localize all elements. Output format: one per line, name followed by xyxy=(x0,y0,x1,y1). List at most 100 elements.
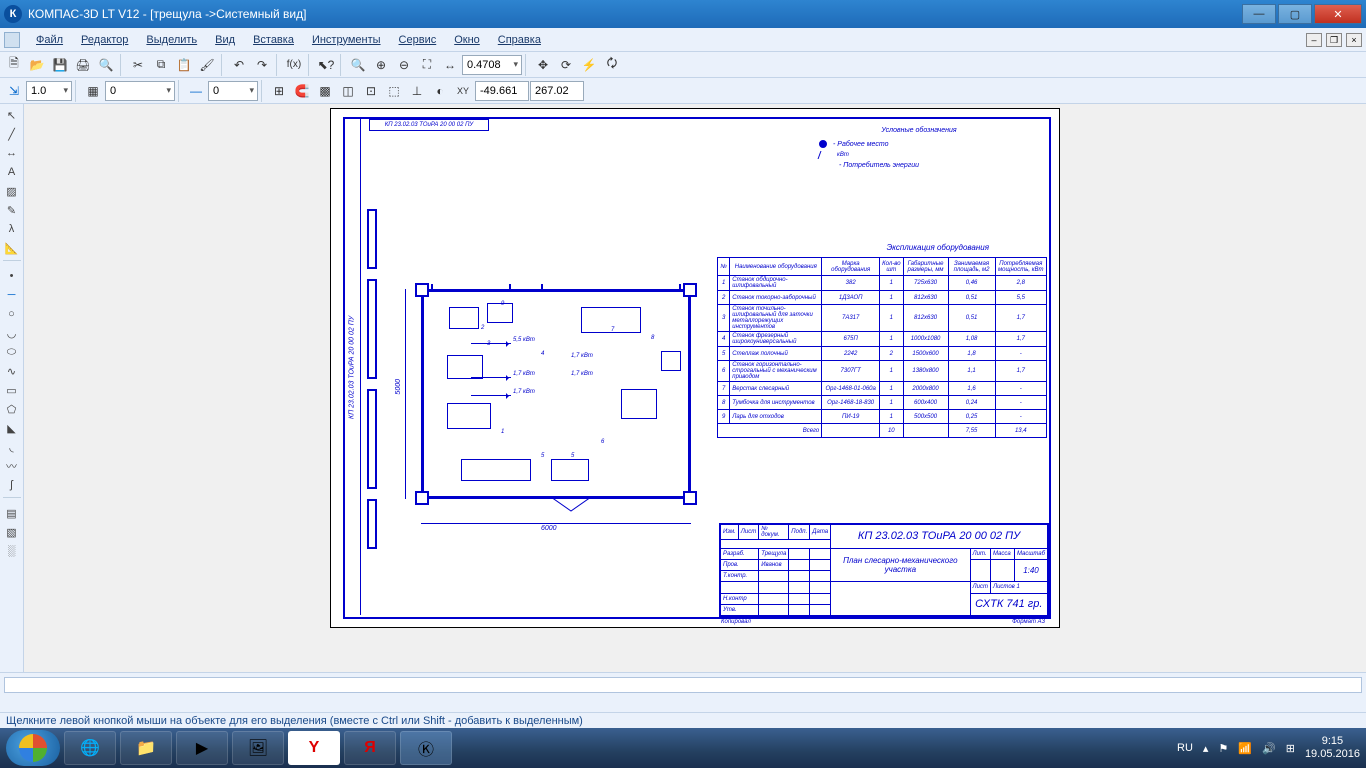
taskbar-ie-icon[interactable]: 🌐 xyxy=(64,731,116,765)
dim-tool-icon[interactable]: ↔ xyxy=(2,144,22,162)
taskbar-app1-icon[interactable]: 🖼 xyxy=(232,731,284,765)
fillet-icon[interactable]: ◟ xyxy=(2,438,22,456)
menu-tools[interactable]: Инструменты xyxy=(304,31,389,49)
hatch4-icon[interactable]: ░ xyxy=(2,542,22,560)
mdi-restore[interactable]: ❐ xyxy=(1326,33,1342,47)
status-hint: Щелкните левой кнопкой мыши на объекте д… xyxy=(6,715,583,727)
edit-tool-icon[interactable]: ✎ xyxy=(2,201,22,219)
chamfer-icon[interactable]: ◣ xyxy=(2,419,22,437)
open-icon[interactable]: 📂 xyxy=(26,54,48,76)
ortho-icon[interactable]: ⊞ xyxy=(268,80,290,102)
bezier-icon[interactable]: ʃ xyxy=(2,476,22,494)
tray-action-icon[interactable]: ⊞ xyxy=(1286,742,1295,755)
legend-block: Условные обозначения - Рабочее место кВт… xyxy=(819,127,1019,172)
layer-icon[interactable]: ▦ xyxy=(82,80,104,102)
taskbar-media-icon[interactable]: ▶ xyxy=(176,731,228,765)
zoom-window-icon[interactable]: 🔍 xyxy=(347,54,369,76)
close-button[interactable]: ✕ xyxy=(1314,4,1362,24)
rect-icon[interactable]: ▭ xyxy=(2,381,22,399)
menu-file[interactable]: Файл xyxy=(28,31,71,49)
param-tool-icon[interactable]: λ xyxy=(2,220,22,238)
drawing-canvas[interactable]: КП 23.02.03 ТОиРА 20 00 02 ПУ КП 23.02.0… xyxy=(24,104,1366,672)
mdi-close[interactable]: × xyxy=(1346,33,1362,47)
hatch3-icon[interactable]: ▧ xyxy=(2,523,22,541)
minimize-button[interactable]: — xyxy=(1242,4,1276,24)
point-icon[interactable]: • xyxy=(2,267,22,285)
save-icon[interactable]: 💾 xyxy=(49,54,71,76)
circle-icon[interactable]: ○ xyxy=(2,305,22,323)
tray-lang[interactable]: RU xyxy=(1177,742,1193,754)
tray-chevron-up-icon[interactable]: ▴ xyxy=(1203,742,1209,755)
menu-help[interactable]: Справка xyxy=(490,31,549,49)
zoom-out-icon[interactable]: ⊖ xyxy=(393,54,415,76)
xy-icon[interactable]: XY xyxy=(452,80,474,102)
hatch-tool-icon[interactable]: ▨ xyxy=(2,182,22,200)
snap3-icon[interactable]: ⊡ xyxy=(360,80,382,102)
text-tool-icon[interactable]: A xyxy=(2,163,22,181)
coord-y-field[interactable]: 267.02 xyxy=(530,81,584,101)
tray-clock[interactable]: 9:15 19.05.2016 xyxy=(1305,735,1360,761)
rotate-view-icon[interactable]: ⟳ xyxy=(555,54,577,76)
preview-icon[interactable]: 🔍 xyxy=(95,54,117,76)
maximize-button[interactable]: ▢ xyxy=(1278,4,1312,24)
tangent-icon[interactable]: ◐ xyxy=(429,80,451,102)
taskbar-kompas-icon[interactable]: Ⓚ xyxy=(400,731,452,765)
snap2-icon[interactable]: ◫ xyxy=(337,80,359,102)
undo-icon[interactable]: ↶ xyxy=(228,54,250,76)
perp-icon[interactable]: ⊥ xyxy=(406,80,428,102)
zoom-in-icon[interactable]: ⊕ xyxy=(370,54,392,76)
spline-icon[interactable]: ∿ xyxy=(2,362,22,380)
ellipse-icon[interactable]: ⬭ xyxy=(2,343,22,361)
copy-icon[interactable]: ⧉ xyxy=(150,54,172,76)
segment-icon[interactable]: ─ xyxy=(2,286,22,304)
tray-volume-icon[interactable]: 🔊 xyxy=(1262,742,1276,755)
taskbar-yandex-icon[interactable]: Y xyxy=(288,731,340,765)
zoom-combo[interactable]: 0.4708 xyxy=(462,55,522,75)
print-icon[interactable]: 🖨 xyxy=(72,54,94,76)
taskbar-ya2-icon[interactable]: Я xyxy=(344,731,396,765)
zoom-pan-icon[interactable]: ↔ xyxy=(439,54,461,76)
menu-window[interactable]: Окно xyxy=(446,31,488,49)
layer-combo[interactable]: 0 xyxy=(105,81,175,101)
style-icon[interactable]: — xyxy=(185,80,207,102)
pan-icon[interactable]: ✥ xyxy=(532,54,554,76)
menu-edit[interactable]: Редактор xyxy=(73,31,136,49)
hatch2-icon[interactable]: ▤ xyxy=(2,504,22,522)
grid-icon[interactable]: ▩ xyxy=(314,80,336,102)
tray-flag-icon[interactable]: ⚑ xyxy=(1218,742,1228,755)
menu-insert[interactable]: Вставка xyxy=(245,31,302,49)
arc-icon[interactable]: ◡ xyxy=(2,324,22,342)
redo-icon[interactable]: ↷ xyxy=(251,54,273,76)
start-button[interactable] xyxy=(6,730,60,766)
command-input[interactable] xyxy=(4,677,1362,693)
tray-network-icon[interactable]: 📶 xyxy=(1238,742,1252,755)
new-icon[interactable]: 🗎 xyxy=(3,54,25,76)
measure-tool-icon[interactable]: 📐 xyxy=(2,239,22,257)
coord-x-field[interactable]: -49.661 xyxy=(475,81,529,101)
spline2-icon[interactable]: 〰 xyxy=(2,457,22,475)
fx-icon[interactable]: f(x) xyxy=(283,54,305,76)
taskbar-explorer-icon[interactable]: 📁 xyxy=(120,731,172,765)
menu-select[interactable]: Выделить xyxy=(138,31,205,49)
zoom-fit-icon[interactable]: ⛶ xyxy=(416,54,438,76)
snap-magnet-icon[interactable]: 🧲 xyxy=(291,80,313,102)
polygon-icon[interactable]: ⬠ xyxy=(2,400,22,418)
snap4-icon[interactable]: ⬚ xyxy=(383,80,405,102)
snap-icon[interactable]: ⇲ xyxy=(3,80,25,102)
linewidth-combo[interactable]: 1.0 xyxy=(26,81,72,101)
mdi-minimize[interactable]: – xyxy=(1306,33,1322,47)
power-symbol-icon xyxy=(818,151,833,159)
menu-view[interactable]: Вид xyxy=(207,31,243,49)
system-menu-icon[interactable] xyxy=(4,32,20,48)
menu-service[interactable]: Сервис xyxy=(391,31,445,49)
arrow-tool-icon[interactable]: ↖ xyxy=(2,106,22,124)
line-tool-icon[interactable]: ╱ xyxy=(2,125,22,143)
paste-icon[interactable]: 📋 xyxy=(173,54,195,76)
select-arrow-icon[interactable]: ⬉? xyxy=(315,54,337,76)
refresh-icon[interactable]: 🗘 xyxy=(601,54,623,76)
format-painter-icon[interactable]: 🖌 xyxy=(196,54,218,76)
angle-combo[interactable]: 0 xyxy=(208,81,258,101)
cut-icon[interactable]: ✂ xyxy=(127,54,149,76)
system-tray: RU ▴ ⚑ 📶 🔊 ⊞ 9:15 19.05.2016 xyxy=(1177,735,1360,761)
redraw-icon[interactable]: ⚡ xyxy=(578,54,600,76)
